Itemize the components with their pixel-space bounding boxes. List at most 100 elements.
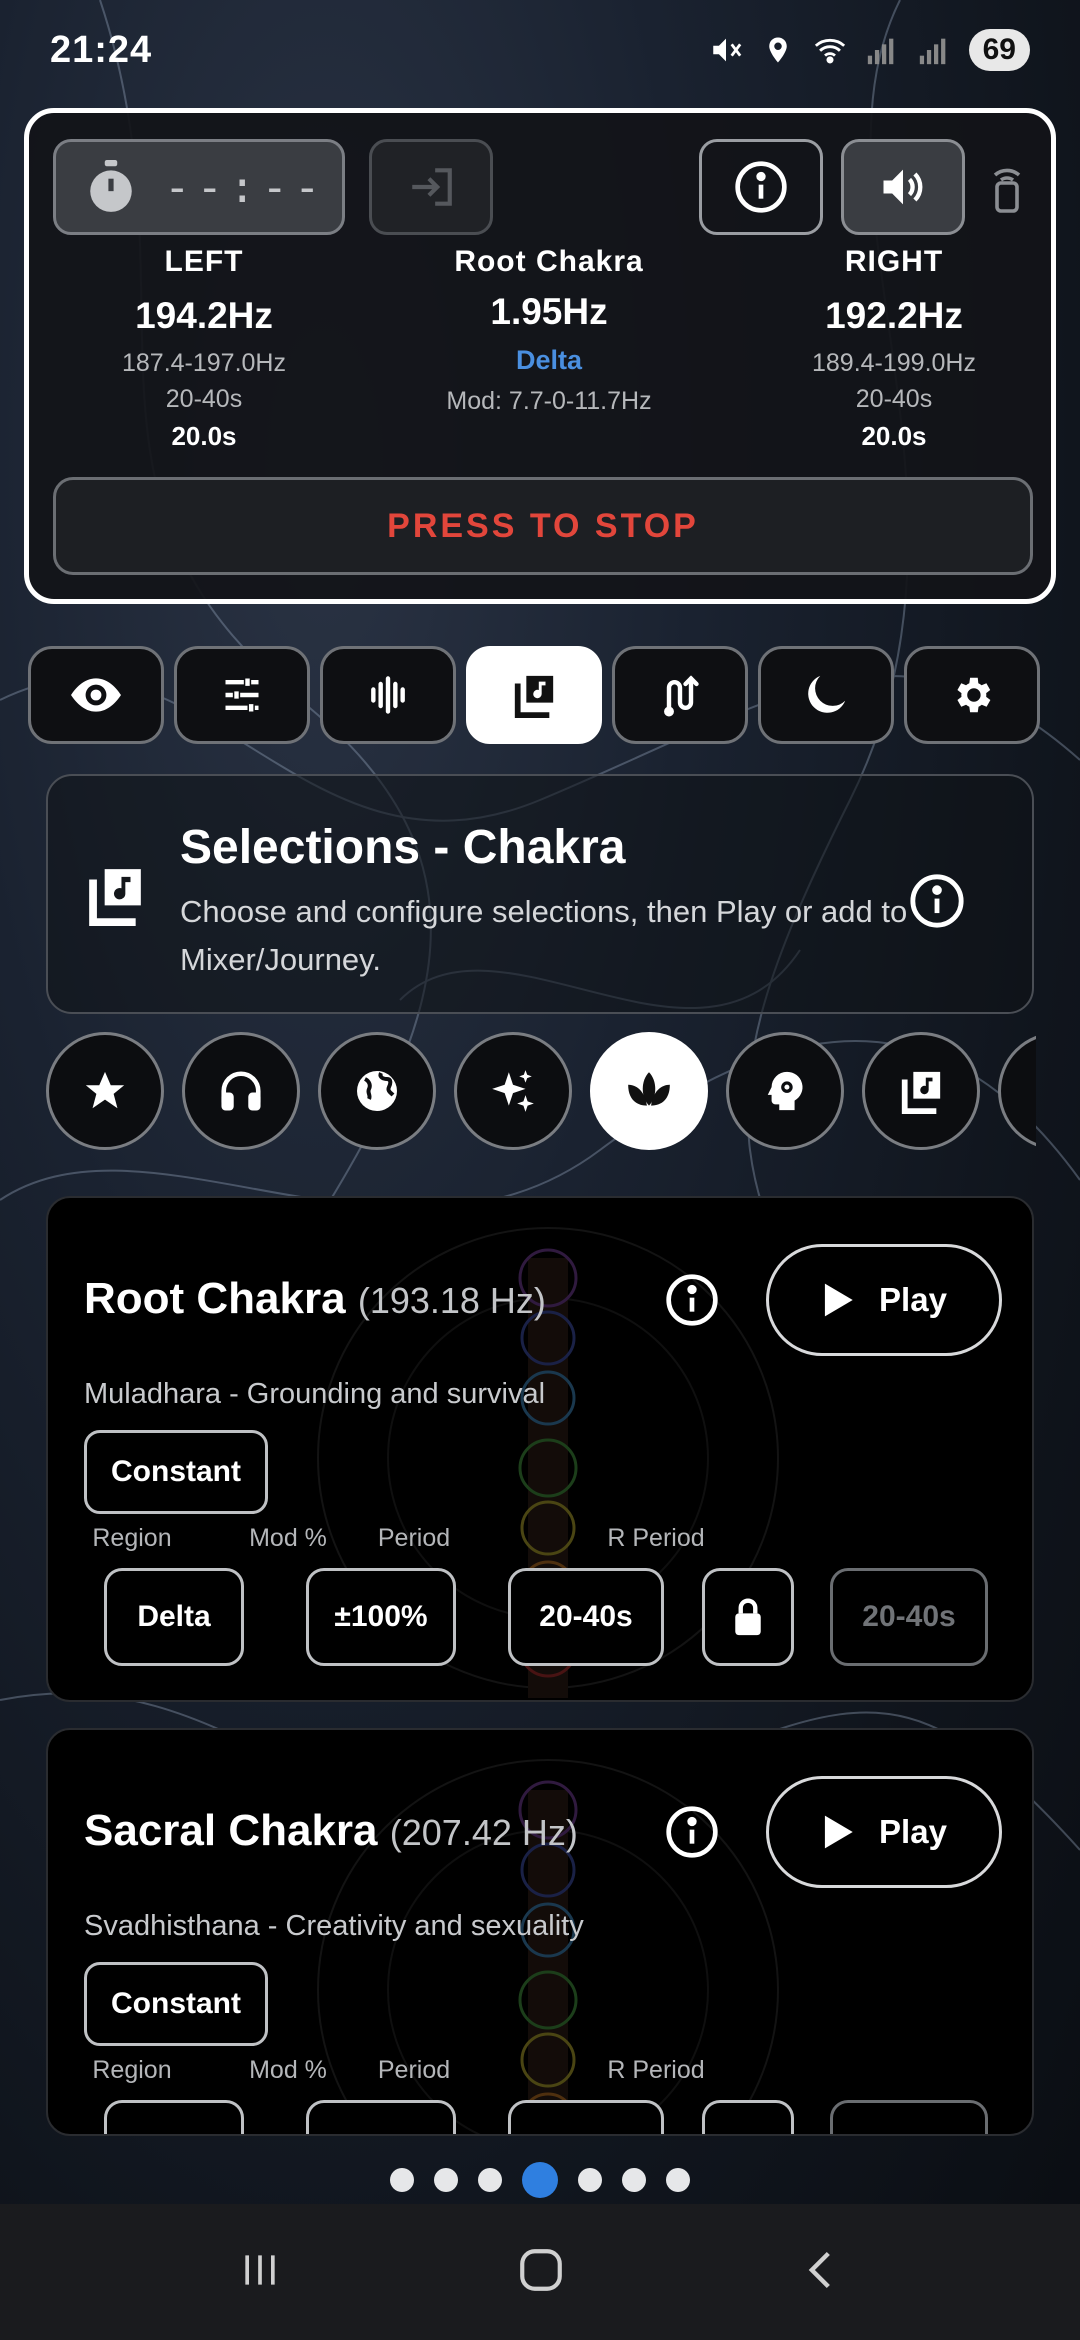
right-label: RIGHT (844, 245, 944, 278)
mode-button[interactable]: Constant (84, 1962, 268, 2046)
page-dot[interactable] (390, 2168, 414, 2192)
export-icon (412, 168, 452, 206)
r-period-label: R Period (607, 2056, 705, 2084)
mod-button[interactable] (306, 2100, 456, 2134)
region-label: Delta (515, 345, 583, 375)
info-icon (666, 1806, 718, 1858)
play-button[interactable]: Play (766, 1244, 1002, 1356)
status-time: 21:24 (50, 28, 153, 71)
region-button[interactable] (104, 2100, 244, 2134)
page-dot[interactable] (478, 2168, 502, 2192)
selection-info-button[interactable] (664, 1804, 720, 1865)
eye-icon (71, 678, 121, 712)
selection-title: Root Chakra (84, 1274, 346, 1323)
back-button[interactable] (799, 2245, 843, 2300)
sliders-icon (225, 678, 259, 712)
left-label: LEFT (164, 245, 244, 278)
mode-button[interactable]: Constant (84, 1430, 268, 1514)
volume-button[interactable] (841, 139, 965, 235)
category-special[interactable] (454, 1032, 572, 1150)
player-info-button[interactable] (699, 139, 823, 235)
region-button[interactable]: Delta (104, 1568, 244, 1666)
lock-button[interactable] (702, 2100, 794, 2134)
selection-title: Sacral Chakra (84, 1806, 378, 1855)
tab-selections[interactable] (466, 646, 602, 744)
region-label: Region (92, 2056, 172, 2084)
play-label: Play (879, 1813, 947, 1850)
gear-icon (957, 677, 991, 713)
page-dot[interactable] (578, 2168, 602, 2192)
recent-apps-button[interactable] (237, 2248, 283, 2297)
page-dot-active[interactable] (522, 2162, 558, 2198)
left-channel: LEFT 194.2Hz 187.4-197.0Hz 20-40s 20.0s (59, 245, 349, 451)
selection-name: Root Chakra (193.18 Hz) (84, 1274, 546, 1324)
selection-name: Sacral Chakra (207.42 Hz) (84, 1806, 578, 1856)
section-header: Selections - Chakra Choose and configure… (46, 774, 1034, 1014)
music-library-icon (901, 1071, 941, 1114)
mod-button[interactable]: ±100% (306, 1568, 456, 1666)
selection-subtitle: Muladhara - Grounding and survival (84, 1378, 546, 1410)
wifi-icon (813, 33, 847, 67)
beat-info: Root Chakra 1.95Hz Delta Mod: 7.7-0-11.7… (399, 245, 699, 415)
period-label: Period (377, 2056, 451, 2084)
section-description: Choose and configure selections, then Pl… (180, 894, 908, 977)
category-planetary[interactable] (318, 1032, 436, 1150)
r-period-button[interactable] (830, 2100, 988, 2134)
play-button[interactable]: Play (766, 1776, 1002, 1888)
tab-settings[interactable] (904, 646, 1040, 744)
play-label: Play (879, 1281, 947, 1318)
tab-journey[interactable] (612, 646, 748, 744)
remote-icon[interactable] (987, 165, 1027, 213)
timer-button[interactable]: --:-- (53, 139, 345, 235)
stop-button[interactable]: PRESS TO STOP (53, 477, 1033, 575)
page-dot[interactable] (622, 2168, 646, 2192)
period-button[interactable]: 20-40s (508, 1568, 664, 1666)
r-period-button[interactable]: 20-40s (830, 1568, 988, 1666)
selection-frequency: (193.18 Hz) (357, 1280, 546, 1321)
brain-gear-icon (767, 1071, 803, 1111)
section-info-button[interactable] (908, 872, 966, 935)
main-tabs (28, 646, 1040, 744)
right-current: 20.0s (861, 421, 927, 451)
lock-icon (735, 1598, 761, 1636)
tab-audio[interactable] (320, 646, 456, 744)
home-button[interactable] (516, 2245, 566, 2300)
system-nav-bar (0, 2204, 1080, 2340)
play-icon (824, 1815, 853, 1849)
headphones-icon (221, 1071, 261, 1111)
category-binaural[interactable] (182, 1032, 300, 1150)
left-current: 20.0s (171, 421, 237, 451)
lock-button[interactable] (702, 1568, 794, 1666)
category-list[interactable] (998, 1032, 1036, 1150)
category-selector (46, 1032, 1036, 1152)
stopwatch-icon (90, 160, 132, 212)
category-mind[interactable] (726, 1032, 844, 1150)
location-icon (761, 33, 795, 67)
mute-icon (709, 33, 743, 67)
category-favorites[interactable] (46, 1032, 164, 1150)
left-hz: 194.2Hz (135, 295, 273, 336)
current-selection-name: Root Chakra (454, 245, 644, 278)
tab-sleep[interactable] (758, 646, 894, 744)
category-library[interactable] (862, 1032, 980, 1150)
info-icon (735, 161, 787, 213)
tab-visual[interactable] (28, 646, 164, 744)
tab-mixer[interactable] (174, 646, 310, 744)
selection-frequency: (207.42 Hz) (389, 1812, 578, 1853)
list-icon (1034, 1068, 1036, 1114)
selection-info-button[interactable] (664, 1272, 720, 1333)
category-chakra[interactable] (590, 1032, 708, 1150)
star-icon (85, 1071, 125, 1109)
period-button[interactable] (508, 2100, 664, 2134)
region-label: Region (92, 1524, 172, 1552)
player-panel: --:-- LEFT 194.2Hz 187.4-197.0Hz 20-40s … (24, 108, 1056, 604)
page-dot[interactable] (434, 2168, 458, 2192)
section-title: Selections - Chakra (180, 821, 626, 874)
music-library-icon (514, 675, 554, 718)
play-icon (824, 1283, 853, 1317)
export-button[interactable] (369, 139, 493, 235)
page-dot[interactable] (666, 2168, 690, 2192)
page-indicator (0, 2162, 1080, 2198)
signal-icon (917, 33, 951, 67)
selection-card: Sacral Chakra (207.42 Hz) Play Svadhisth… (46, 1728, 1034, 2136)
